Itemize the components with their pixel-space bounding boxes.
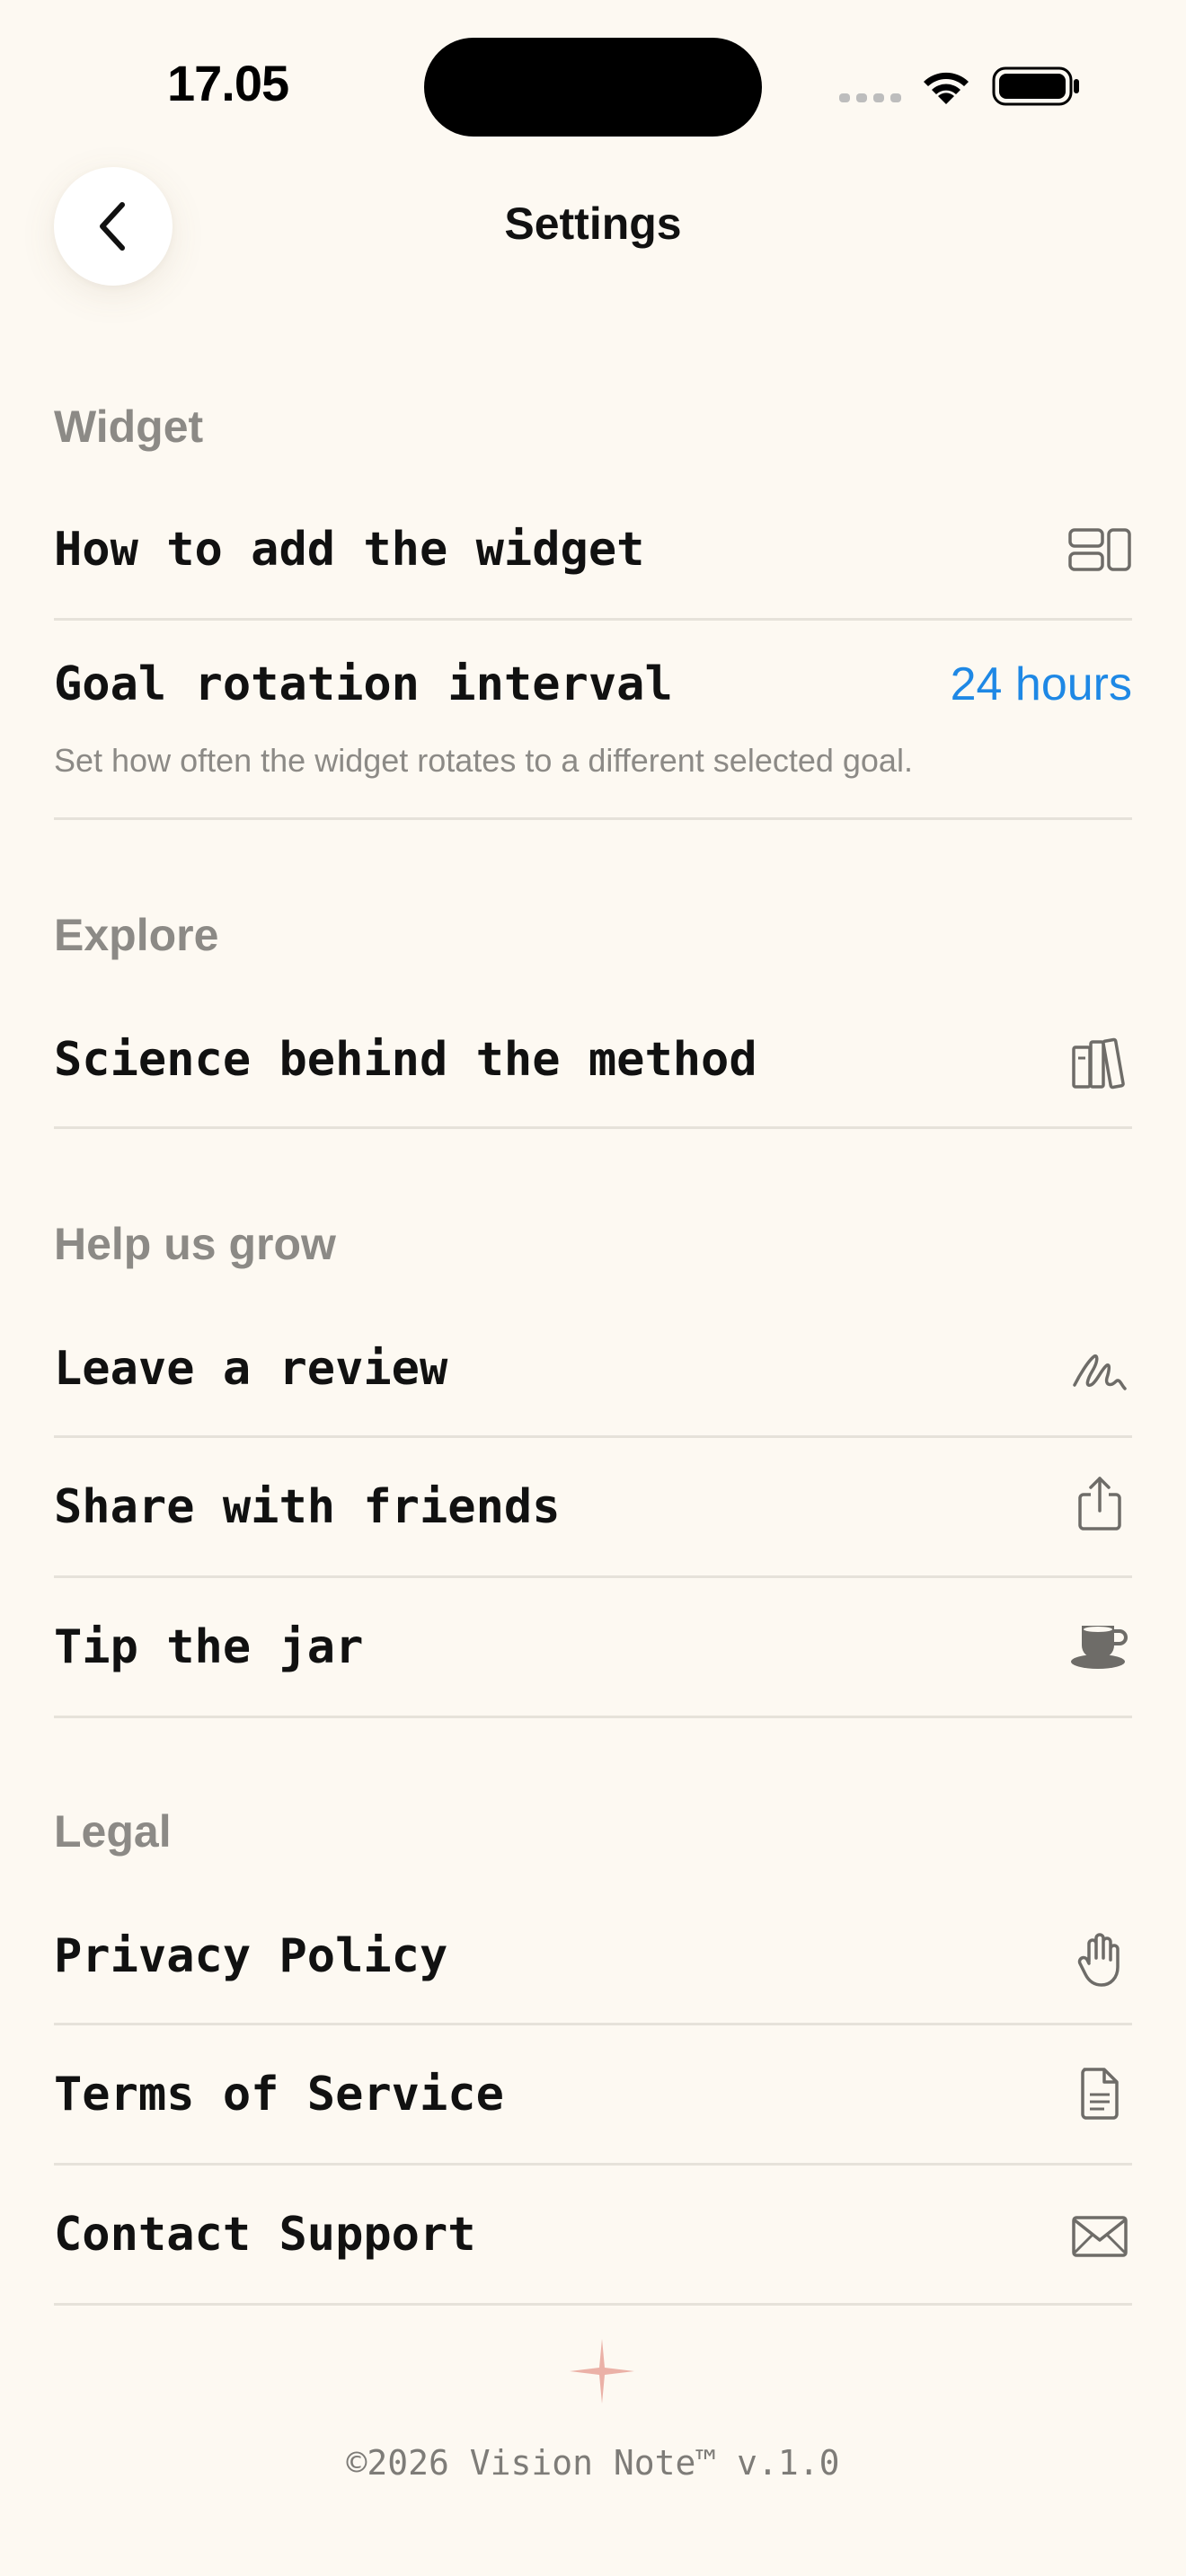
page-title: Settings (504, 198, 682, 249)
row-label: Privacy Policy (54, 1929, 448, 1983)
section-header-help: Help us grow (54, 1219, 336, 1269)
hand-icon (1067, 1928, 1132, 1992)
goal-rotation-interval-row[interactable]: Goal rotation interval 24 hours Set how … (54, 620, 1132, 820)
envelope-icon (1067, 2204, 1132, 2269)
footer-copyright: ©2026 Vision Note™ v.1.0 (346, 2443, 840, 2483)
document-icon (1067, 2060, 1132, 2125)
cellular-signal-icon (839, 93, 901, 102)
coffee-cup-icon (1067, 1613, 1132, 1678)
wifi-icon (924, 72, 969, 104)
row-label: How to add the widget (54, 523, 645, 577)
status-icons (839, 59, 1082, 113)
signature-icon (1067, 1340, 1132, 1405)
how-to-add-widget-row[interactable]: How to add the widget (54, 496, 1132, 621)
terms-of-service-row[interactable]: Terms of Service (54, 2025, 1132, 2166)
status-time: 17.05 (167, 55, 289, 111)
status-bar: 17.05 (0, 0, 1186, 171)
row-label: Share with friends (54, 1480, 561, 1534)
share-icon (1067, 1471, 1132, 1536)
row-label: Terms of Service (54, 2068, 504, 2122)
share-with-friends-row[interactable]: Share with friends (54, 1437, 1132, 1578)
goal-rotation-description: Set how often the widget rotates to a di… (54, 742, 913, 779)
section-header-explore: Explore (54, 910, 219, 960)
row-label: Contact Support (54, 2208, 476, 2262)
section-header-widget: Widget (54, 401, 204, 452)
section-header-legal: Legal (54, 1806, 172, 1857)
dynamic-island (424, 38, 762, 137)
tip-the-jar-row[interactable]: Tip the jar (54, 1577, 1132, 1718)
row-label: Leave a review (54, 1342, 448, 1396)
sparkle-icon (570, 2339, 634, 2404)
contact-support-row[interactable]: Contact Support (54, 2165, 1132, 2306)
privacy-policy-row[interactable]: Privacy Policy (54, 1901, 1132, 2025)
row-label: Goal rotation interval (54, 657, 673, 711)
widget-layout-icon (1067, 517, 1132, 582)
battery-icon (992, 66, 1079, 106)
goal-rotation-value[interactable]: 24 hours (951, 657, 1132, 711)
row-label: Tip the jar (54, 1620, 364, 1674)
leave-review-row[interactable]: Leave a review (54, 1313, 1132, 1438)
books-icon (1067, 1031, 1132, 1096)
row-label: Science behind the method (54, 1033, 757, 1087)
science-behind-method-row[interactable]: Science behind the method (54, 1004, 1132, 1129)
